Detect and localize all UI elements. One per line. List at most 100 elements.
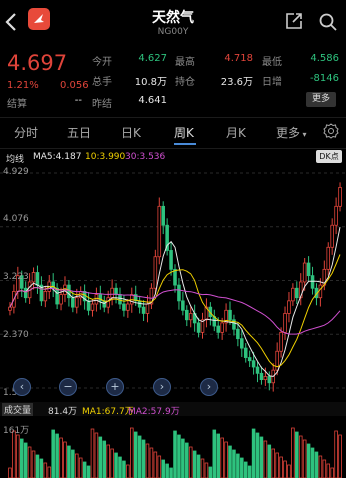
volume-bar xyxy=(106,444,110,478)
tab-intraday[interactable]: 分时 xyxy=(14,124,38,141)
volume-bar xyxy=(59,437,63,478)
candle-body xyxy=(102,300,107,308)
volume-chart[interactable] xyxy=(0,416,346,478)
candle-body xyxy=(255,366,260,374)
zoom-in-button[interactable]: + xyxy=(106,378,124,396)
volume-bar xyxy=(306,443,311,478)
candle-body xyxy=(318,284,323,299)
ma10-legend: 10:3.990 xyxy=(85,152,126,162)
candle-body xyxy=(302,262,307,283)
scroll-left-button[interactable]: ‹ xyxy=(13,378,31,396)
volume-bar xyxy=(98,436,103,478)
volume-bar xyxy=(86,465,91,478)
volume-bar xyxy=(247,465,252,478)
stat-high-value: 4.718 xyxy=(224,53,253,64)
volume-bar xyxy=(275,452,279,478)
stat-volume-value: 10.8万 xyxy=(134,77,167,88)
volume-bar xyxy=(279,456,283,478)
dk-point-badge[interactable]: DK点 xyxy=(316,150,342,163)
candle-body xyxy=(228,309,232,321)
stat-label: 最低 xyxy=(262,57,282,68)
volume-bar xyxy=(130,427,134,478)
tab-monthly-k[interactable]: 月K xyxy=(226,124,246,141)
candle-body xyxy=(196,322,201,333)
candle-body xyxy=(71,297,75,308)
candle-body xyxy=(181,300,185,311)
zoom-out-button[interactable]: − xyxy=(59,378,77,396)
candle-body xyxy=(126,303,130,311)
volume-bar xyxy=(133,431,138,478)
search-button[interactable] xyxy=(318,12,338,32)
volume-bar xyxy=(67,445,71,478)
chevron-down-icon: ▾ xyxy=(300,130,307,139)
volume-bar xyxy=(181,438,185,478)
candle-body xyxy=(55,287,59,305)
volume-bar xyxy=(295,431,299,478)
volume-bar xyxy=(271,448,276,478)
volume-bar xyxy=(149,447,154,478)
volume-bar xyxy=(153,451,158,478)
volume-bar xyxy=(118,456,122,478)
candle-body xyxy=(330,224,334,248)
volume-bar xyxy=(212,429,217,478)
candle-body xyxy=(326,246,331,270)
candle-body xyxy=(110,287,114,299)
volume-bar xyxy=(310,447,315,478)
candle-body xyxy=(118,294,122,305)
volume-bar xyxy=(8,467,12,478)
share-button[interactable] xyxy=(285,12,303,30)
stat-prev-settlement-value: 4.641 xyxy=(138,95,167,106)
stat-label: 最高 xyxy=(175,57,195,68)
kline-chart[interactable] xyxy=(0,163,346,398)
candle-body xyxy=(114,287,118,295)
last-price: 4.697 xyxy=(7,51,68,75)
volume-indicator-label[interactable]: 成交量 xyxy=(2,403,34,416)
volume-bar xyxy=(39,458,44,478)
volume-bar xyxy=(236,453,240,478)
plus-icon: + xyxy=(110,380,120,393)
candle-body xyxy=(31,272,36,283)
change-value: 0.056 xyxy=(60,80,89,91)
candle-body xyxy=(8,306,12,311)
candle-body xyxy=(157,205,162,258)
candle-body xyxy=(287,300,291,314)
volume-bar xyxy=(43,462,48,478)
volume-bar xyxy=(51,429,55,478)
scroll-right-button[interactable]: › xyxy=(153,378,171,396)
volume-bar xyxy=(63,441,67,478)
volume-bar xyxy=(137,435,142,478)
y-tick-label: 4.076 xyxy=(3,214,29,224)
reset-button[interactable]: › xyxy=(200,378,218,396)
more-quote-button[interactable]: 更多 xyxy=(306,92,336,107)
chevron-right-icon: › xyxy=(159,380,165,393)
tab-weekly-k[interactable]: 周K xyxy=(174,124,194,141)
volume-bar xyxy=(200,458,205,478)
chart-settings-button[interactable] xyxy=(323,123,339,139)
stat-label: 日增 xyxy=(262,77,282,88)
candle-body xyxy=(153,256,158,289)
volume-bar xyxy=(126,464,130,478)
volume-tick-label: 161万 xyxy=(3,426,30,436)
candle-body xyxy=(279,331,283,352)
candle-body xyxy=(23,287,28,299)
tab-daily-k[interactable]: 日K xyxy=(121,124,141,141)
tab-more[interactable]: 更多 ▾ xyxy=(276,124,307,141)
share-icon xyxy=(286,13,302,29)
candle-body xyxy=(122,303,126,311)
volume-bar xyxy=(267,444,272,478)
candle-body xyxy=(267,376,272,384)
volume-bar xyxy=(141,439,146,478)
candle-body xyxy=(291,287,295,302)
volume-bar xyxy=(177,434,181,478)
candle-body xyxy=(35,272,40,286)
volume-bar xyxy=(334,430,338,478)
ma5-legend: MA5:4.187 xyxy=(33,152,82,162)
stat-low-value: 4.586 xyxy=(310,53,339,64)
volume-bar xyxy=(12,430,16,478)
candle-body xyxy=(236,328,240,340)
tab-five-day[interactable]: 五日 xyxy=(67,124,91,141)
candle-body xyxy=(177,284,181,302)
volume-bar xyxy=(208,466,213,478)
volume-bar xyxy=(326,463,331,478)
tab-more-label: 更多 xyxy=(276,126,301,140)
